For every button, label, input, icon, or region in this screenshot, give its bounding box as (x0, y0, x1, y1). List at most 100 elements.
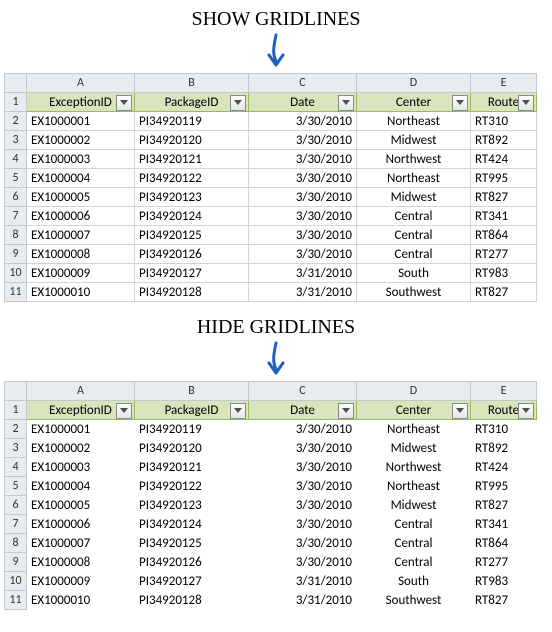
cell[interactable]: 3/31/2010 (249, 572, 357, 591)
cell[interactable]: 3/31/2010 (249, 283, 357, 302)
cell[interactable]: RT424 (471, 150, 537, 169)
grid-show[interactable]: ABCDE1ExceptionIDPackageIDDateCenterRout… (4, 73, 537, 302)
col-header-C[interactable]: C (249, 382, 357, 401)
row-header[interactable]: 4 (5, 458, 27, 477)
row-header[interactable]: 8 (5, 534, 27, 553)
cell[interactable]: Midwest (357, 439, 471, 458)
select-all-corner[interactable] (5, 74, 27, 93)
col-header-B[interactable]: B (135, 74, 249, 93)
cell[interactable]: 3/30/2010 (249, 150, 357, 169)
filter-dropdown-icon[interactable] (116, 95, 132, 111)
cell[interactable]: EX1000005 (27, 188, 135, 207)
cell[interactable]: PI34920128 (135, 283, 249, 302)
cell[interactable]: Northeast (357, 112, 471, 131)
table-header-D[interactable]: Center (357, 93, 471, 112)
row-header[interactable]: 6 (5, 188, 27, 207)
cell[interactable]: 3/30/2010 (249, 439, 357, 458)
cell[interactable]: PI34920122 (135, 477, 249, 496)
filter-dropdown-icon[interactable] (230, 95, 246, 111)
cell[interactable]: PI34920121 (135, 150, 249, 169)
cell[interactable]: PI34920123 (135, 188, 249, 207)
cell[interactable]: EX1000007 (27, 534, 135, 553)
col-header-B[interactable]: B (135, 382, 249, 401)
col-header-C[interactable]: C (249, 74, 357, 93)
cell[interactable]: 3/30/2010 (249, 515, 357, 534)
cell[interactable]: PI34920120 (135, 131, 249, 150)
filter-dropdown-icon[interactable] (518, 95, 534, 111)
col-header-D[interactable]: D (357, 74, 471, 93)
cell[interactable]: EX1000004 (27, 477, 135, 496)
cell[interactable]: PI34920125 (135, 534, 249, 553)
cell[interactable]: RT310 (471, 420, 537, 439)
table-header-A[interactable]: ExceptionID (27, 401, 135, 420)
row-header[interactable]: 7 (5, 515, 27, 534)
filter-dropdown-icon[interactable] (452, 95, 468, 111)
cell[interactable]: 3/30/2010 (249, 112, 357, 131)
col-header-A[interactable]: A (27, 74, 135, 93)
table-header-B[interactable]: PackageID (135, 401, 249, 420)
cell[interactable]: South (357, 264, 471, 283)
cell[interactable]: 3/30/2010 (249, 207, 357, 226)
cell[interactable]: EX1000004 (27, 169, 135, 188)
cell[interactable]: Midwest (357, 131, 471, 150)
cell[interactable]: PI34920123 (135, 496, 249, 515)
cell[interactable]: PI34920126 (135, 553, 249, 572)
cell[interactable]: Central (357, 553, 471, 572)
cell[interactable]: 3/30/2010 (249, 458, 357, 477)
row-header[interactable]: 7 (5, 207, 27, 226)
cell[interactable]: RT864 (471, 226, 537, 245)
row-header[interactable]: 5 (5, 169, 27, 188)
cell[interactable]: EX1000002 (27, 439, 135, 458)
cell[interactable]: PI34920127 (135, 572, 249, 591)
cell[interactable]: RT892 (471, 439, 537, 458)
filter-dropdown-icon[interactable] (338, 95, 354, 111)
cell[interactable]: PI34920120 (135, 439, 249, 458)
row-header[interactable]: 1 (5, 401, 27, 420)
cell[interactable]: EX1000009 (27, 572, 135, 591)
cell[interactable]: Midwest (357, 496, 471, 515)
cell[interactable]: Central (357, 207, 471, 226)
cell[interactable]: RT827 (471, 496, 537, 515)
table-header-C[interactable]: Date (249, 401, 357, 420)
cell[interactable]: RT424 (471, 458, 537, 477)
table-header-D[interactable]: Center (357, 401, 471, 420)
cell[interactable]: PI34920119 (135, 112, 249, 131)
cell[interactable]: Central (357, 534, 471, 553)
cell[interactable]: RT892 (471, 131, 537, 150)
cell[interactable]: Midwest (357, 188, 471, 207)
cell[interactable]: 3/30/2010 (249, 420, 357, 439)
col-header-E[interactable]: E (471, 382, 537, 401)
cell[interactable]: RT827 (471, 188, 537, 207)
cell[interactable]: EX1000010 (27, 591, 135, 610)
table-header-C[interactable]: Date (249, 93, 357, 112)
cell[interactable]: EX1000005 (27, 496, 135, 515)
cell[interactable]: RT995 (471, 477, 537, 496)
row-header[interactable]: 4 (5, 150, 27, 169)
row-header[interactable]: 9 (5, 553, 27, 572)
cell[interactable]: PI34920121 (135, 458, 249, 477)
cell[interactable]: Southwest (357, 591, 471, 610)
cell[interactable]: RT995 (471, 169, 537, 188)
cell[interactable]: EX1000010 (27, 283, 135, 302)
cell[interactable]: Northeast (357, 477, 471, 496)
row-header[interactable]: 5 (5, 477, 27, 496)
filter-dropdown-icon[interactable] (338, 403, 354, 419)
row-header[interactable]: 10 (5, 264, 27, 283)
row-header[interactable]: 10 (5, 572, 27, 591)
col-header-D[interactable]: D (357, 382, 471, 401)
cell[interactable]: South (357, 572, 471, 591)
cell[interactable]: 3/31/2010 (249, 591, 357, 610)
cell[interactable]: 3/30/2010 (249, 496, 357, 515)
cell[interactable]: EX1000009 (27, 264, 135, 283)
cell[interactable]: PI34920124 (135, 207, 249, 226)
cell[interactable]: 3/30/2010 (249, 534, 357, 553)
cell[interactable]: PI34920128 (135, 591, 249, 610)
cell[interactable]: 3/30/2010 (249, 477, 357, 496)
cell[interactable]: 3/31/2010 (249, 264, 357, 283)
table-header-E[interactable]: Route (471, 401, 537, 420)
cell[interactable]: Northwest (357, 458, 471, 477)
cell[interactable]: 3/30/2010 (249, 553, 357, 572)
filter-dropdown-icon[interactable] (452, 403, 468, 419)
cell[interactable]: Northeast (357, 169, 471, 188)
cell[interactable]: RT864 (471, 534, 537, 553)
